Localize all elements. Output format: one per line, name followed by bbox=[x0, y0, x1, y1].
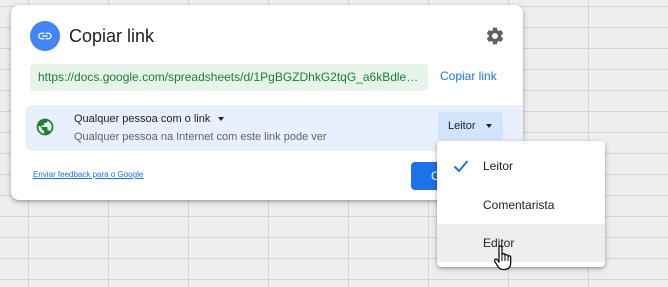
menu-item-editor[interactable]: Editor bbox=[437, 224, 605, 262]
link-icon bbox=[30, 21, 60, 51]
menu-item-label: Leitor bbox=[483, 159, 514, 173]
chevron-down-icon bbox=[218, 117, 225, 121]
share-url-field[interactable]: https://docs.google.com/spreadsheets/d/1… bbox=[30, 64, 428, 91]
globe-icon bbox=[35, 117, 55, 137]
access-level-label: Qualquer pessoa com o link bbox=[74, 113, 211, 125]
hand-pointer-icon bbox=[493, 245, 512, 271]
gear-icon[interactable] bbox=[485, 26, 505, 46]
copy-link-button[interactable]: Copiar link bbox=[440, 69, 497, 83]
menu-item-leitor[interactable]: Leitor bbox=[437, 147, 605, 185]
role-dropdown[interactable]: Leitor bbox=[438, 112, 503, 140]
check-icon bbox=[453, 160, 469, 173]
menu-item-comentarista[interactable]: Comentarista bbox=[437, 186, 605, 224]
menu-item-label: Comentarista bbox=[483, 198, 555, 212]
access-description: Qualquer pessoa na Internet com este lin… bbox=[74, 131, 327, 143]
dialog-header: Copiar link bbox=[30, 21, 154, 51]
chevron-down-icon bbox=[485, 124, 492, 128]
role-dropdown-label: Leitor bbox=[448, 120, 476, 132]
access-level-dropdown[interactable]: Qualquer pessoa com o link bbox=[74, 113, 225, 125]
feedback-link[interactable]: Enviar feedback para o Google bbox=[33, 170, 143, 179]
dialog-title: Copiar link bbox=[69, 25, 155, 46]
role-menu: Leitor Comentarista Editor bbox=[437, 141, 605, 267]
